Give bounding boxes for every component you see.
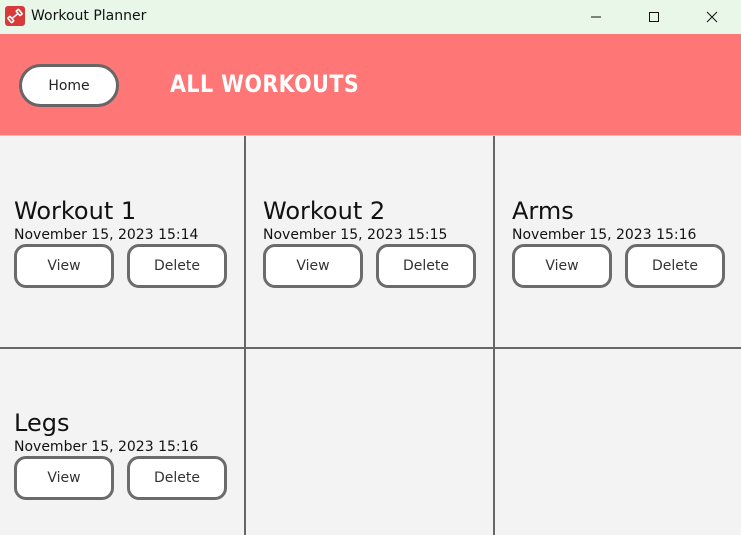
workout-date: November 15, 2023 15:16 — [14, 439, 199, 455]
grid-divider — [493, 136, 495, 535]
workout-grid: Workout 1 November 15, 2023 15:14 View D… — [0, 136, 741, 535]
workout-date: November 15, 2023 15:15 — [263, 227, 448, 243]
close-button[interactable] — [683, 0, 741, 34]
delete-button[interactable]: Delete — [127, 244, 227, 288]
workout-card: Workout 1 November 15, 2023 15:14 View D… — [14, 197, 234, 297]
minimize-button[interactable] — [567, 0, 625, 34]
workout-date: November 15, 2023 15:16 — [512, 227, 697, 243]
view-button[interactable]: View — [263, 244, 363, 288]
page-title: ALL WORKOUTS — [170, 70, 360, 98]
window-titlebar: Workout Planner — [0, 0, 741, 34]
grid-divider — [0, 347, 741, 349]
workout-name: Workout 2 — [263, 197, 386, 225]
view-button[interactable]: View — [512, 244, 612, 288]
workout-card: Legs November 15, 2023 15:16 View Delete — [14, 409, 234, 509]
delete-button[interactable]: Delete — [127, 456, 227, 500]
workout-card: Workout 2 November 15, 2023 15:15 View D… — [263, 197, 483, 297]
delete-button[interactable]: Delete — [625, 244, 725, 288]
view-button[interactable]: View — [14, 456, 114, 500]
workout-date: November 15, 2023 15:14 — [14, 227, 199, 243]
page-header: Home ALL WORKOUTS — [0, 34, 741, 136]
workout-name: Workout 1 — [14, 197, 137, 225]
maximize-icon — [649, 12, 659, 22]
workout-name: Legs — [14, 409, 70, 437]
delete-button[interactable]: Delete — [376, 244, 476, 288]
maximize-button[interactable] — [625, 0, 683, 34]
window-title: Workout Planner — [31, 8, 147, 24]
close-icon — [706, 11, 718, 23]
workout-name: Arms — [512, 197, 574, 225]
minimize-icon — [591, 16, 601, 18]
home-button[interactable]: Home — [19, 64, 119, 107]
dumbbell-icon — [5, 6, 25, 26]
view-button[interactable]: View — [14, 244, 114, 288]
workout-card: Arms November 15, 2023 15:16 View Delete — [512, 197, 732, 297]
grid-divider — [244, 136, 246, 535]
